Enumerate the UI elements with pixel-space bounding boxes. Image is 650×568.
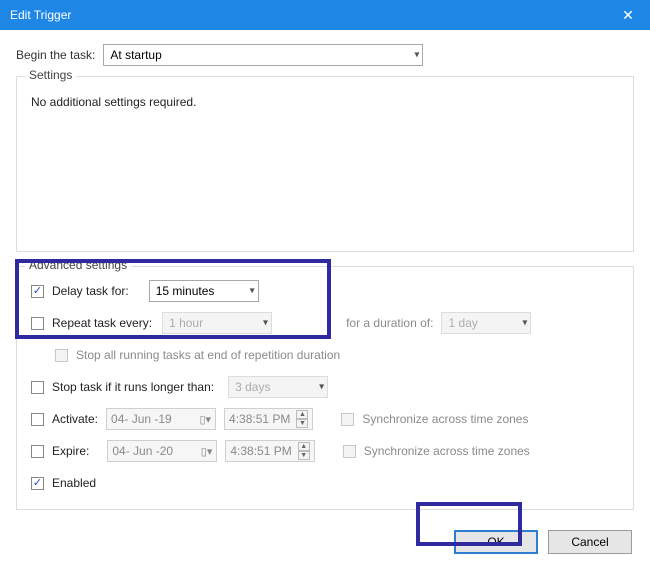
expire-row: Expire: 04- Jun -20 ▯▾ 4:38:51 PM ▲▼ Syn… <box>31 439 619 463</box>
activate-time-field: 4:38:51 PM ▲▼ <box>224 408 313 430</box>
repeat-duration-label: for a duration of: <box>346 316 433 330</box>
ok-button[interactable]: OK <box>454 530 538 554</box>
stop-repetition-checkbox <box>55 349 68 362</box>
activate-date-field: 04- Jun -19 ▯▾ <box>106 408 216 430</box>
delay-task-checkbox[interactable] <box>31 285 44 298</box>
repeat-task-select: 1 hour <box>162 312 272 334</box>
activate-label: Activate: <box>52 412 98 426</box>
expire-date-value: 04- Jun -20 <box>112 444 173 458</box>
repeat-task-row: Repeat task every: 1 hour ▾ for a durati… <box>31 311 619 335</box>
advanced-settings-legend: Advanced settings <box>25 258 131 272</box>
cancel-button[interactable]: Cancel <box>548 530 632 554</box>
delay-task-row: Delay task for: 15 minutes ▾ <box>31 279 619 303</box>
activate-row: Activate: 04- Jun -19 ▯▾ 4:38:51 PM ▲▼ S… <box>31 407 619 431</box>
expire-time-value: 4:38:51 PM <box>230 444 291 458</box>
activate-sync-label: Synchronize across time zones <box>362 412 528 426</box>
repeat-duration-select: 1 day <box>441 312 531 334</box>
begin-task-select[interactable]: At startup <box>103 44 423 66</box>
dialog-footer: OK Cancel <box>16 524 634 556</box>
stop-repetition-label: Stop all running tasks at end of repetit… <box>76 348 340 362</box>
expire-sync-checkbox <box>343 445 356 458</box>
begin-task-label: Begin the task: <box>16 48 95 62</box>
settings-group: Settings No additional settings required… <box>16 76 634 252</box>
repeat-task-label: Repeat task every: <box>52 316 152 330</box>
dialog-body: Begin the task: At startup ▾ Settings No… <box>0 30 650 568</box>
activate-time-value: 4:38:51 PM <box>229 412 290 426</box>
stop-long-checkbox[interactable] <box>31 381 44 394</box>
expire-date-field: 04- Jun -20 ▯▾ <box>107 440 217 462</box>
enabled-checkbox[interactable] <box>31 477 44 490</box>
stop-repetition-row: Stop all running tasks at end of repetit… <box>55 343 619 367</box>
calendar-icon: ▯▾ <box>201 445 213 458</box>
window-title: Edit Trigger <box>10 8 606 22</box>
settings-message: No additional settings required. <box>31 95 619 109</box>
delay-task-select[interactable]: 15 minutes <box>149 280 259 302</box>
expire-sync-label: Synchronize across time zones <box>364 444 530 458</box>
close-icon[interactable]: ✕ <box>606 0 650 30</box>
enabled-label: Enabled <box>52 476 96 490</box>
repeat-task-checkbox[interactable] <box>31 317 44 330</box>
time-spinner: ▲▼ <box>296 410 308 428</box>
settings-legend: Settings <box>25 68 76 82</box>
expire-checkbox[interactable] <box>31 445 44 458</box>
delay-task-label: Delay task for: <box>52 284 129 298</box>
expire-label: Expire: <box>52 444 89 458</box>
calendar-icon: ▯▾ <box>199 413 211 426</box>
expire-time-field: 4:38:51 PM ▲▼ <box>225 440 314 462</box>
stop-long-row: Stop task if it runs longer than: 3 days… <box>31 375 619 399</box>
activate-sync-checkbox <box>341 413 354 426</box>
title-bar: Edit Trigger ✕ <box>0 0 650 30</box>
time-spinner: ▲▼ <box>298 442 310 460</box>
advanced-settings-group: Advanced settings Delay task for: 15 min… <box>16 266 634 510</box>
activate-date-value: 04- Jun -19 <box>111 412 172 426</box>
stop-long-select: 3 days <box>228 376 328 398</box>
activate-checkbox[interactable] <box>31 413 44 426</box>
begin-task-row: Begin the task: At startup ▾ <box>16 44 634 66</box>
enabled-row: Enabled <box>31 471 619 495</box>
stop-long-label: Stop task if it runs longer than: <box>52 380 214 394</box>
